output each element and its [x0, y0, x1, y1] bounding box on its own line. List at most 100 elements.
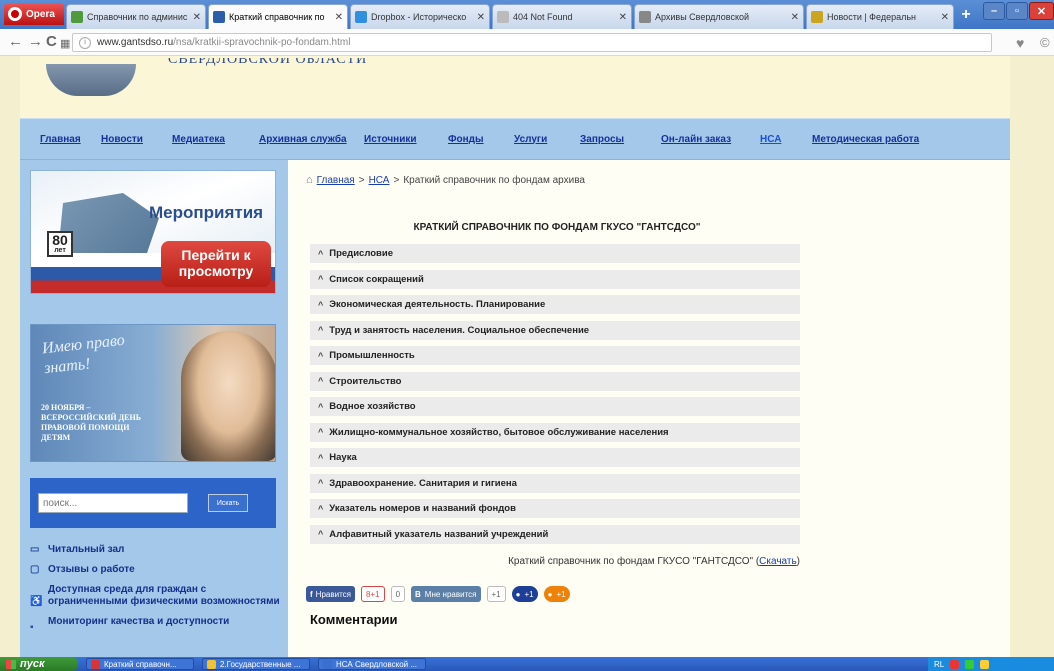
opera-menu-button[interactable]: Opera: [4, 3, 64, 25]
site-header-title: СВЕРДЛОВСКОЙ ОБЛАСТИ: [168, 58, 368, 67]
tray-app-icon[interactable]: [950, 659, 960, 669]
chevron-up-icon: ^: [318, 401, 324, 412]
accordion-item[interactable]: ^ Указатель номеров и названий фондов: [310, 499, 800, 518]
menu-media[interactable]: Медиатека: [172, 134, 259, 145]
accordion-item-label: Экономическая деятельность. Планирование: [329, 299, 546, 310]
accordion-item[interactable]: ^ Водное хозяйство: [310, 397, 800, 416]
extension-icon[interactable]: ©: [1040, 35, 1050, 50]
heart-bookmark-icon[interactable]: ♥: [1016, 35, 1024, 51]
site-favicon-icon: [71, 11, 83, 23]
back-arrow-icon[interactable]: ←: [8, 34, 23, 50]
events-banner[interactable]: 80 лет Мероприятия Перейти к просмотру: [30, 170, 276, 294]
menu-methodical-work[interactable]: Методическая работа: [812, 134, 932, 145]
browser-tab[interactable]: Dropbox - Историческо ✕: [350, 4, 490, 29]
close-tab-icon[interactable]: ✕: [941, 12, 949, 23]
new-tab-button[interactable]: +: [958, 7, 974, 24]
taskbar-item[interactable]: Краткий справочн...: [86, 658, 194, 670]
breadcrumb-separator: >: [358, 174, 365, 186]
accordion-item[interactable]: ^ Алфавитный указатель названий учреждени…: [310, 524, 800, 544]
maximize-window-button[interactable]: ▫: [1006, 2, 1028, 20]
site-info-icon[interactable]: i: [79, 36, 91, 49]
close-tab-icon[interactable]: ✕: [477, 12, 485, 23]
browser-tab-bar: Opera Справочник по админис ✕ Краткий сп…: [0, 0, 1054, 29]
accordion-item-label: Предисловие: [329, 248, 394, 259]
menu-funds[interactable]: Фонды: [448, 134, 514, 145]
search-input[interactable]: [38, 493, 188, 513]
menu-sources[interactable]: Источники: [364, 134, 448, 145]
taskbar-item-label: 2.Государственные ...: [220, 659, 301, 669]
taskbar-item[interactable]: 2.Государственные ...: [202, 658, 310, 670]
taskbar-item-label: Краткий справочн...: [104, 659, 177, 669]
download-text: Краткий справочник по фондам ГКУСО "ГАНТ…: [508, 556, 760, 567]
google-plus-count: 0: [390, 586, 406, 602]
language-indicator[interactable]: RL: [934, 660, 944, 669]
chevron-up-icon: ^: [318, 427, 324, 437]
vk-like-button[interactable]: В Мне нравится: [411, 586, 481, 602]
start-button[interactable]: пуск: [0, 657, 78, 671]
close-window-button[interactable]: ✕: [1029, 2, 1054, 20]
close-tab-icon[interactable]: ✕: [619, 12, 627, 23]
sidebar-item-feedback[interactable]: ▢ Отзывы о работе: [30, 564, 280, 576]
taskbar-item[interactable]: НСА Свердловской ...: [318, 658, 426, 670]
accordion-item[interactable]: ^ Жилищно-коммунальное хозяйство, бытовое…: [310, 422, 800, 442]
breadcrumb-nsa-link[interactable]: НСА: [369, 175, 390, 186]
reload-icon[interactable]: C: [46, 34, 57, 50]
sidebar-item-reading-room[interactable]: ▭ Читальный зал: [30, 544, 280, 556]
accordion-item[interactable]: ^ Список сокращений: [310, 269, 800, 289]
tray-volume-icon[interactable]: [980, 659, 990, 669]
menu-requests[interactable]: Запросы: [580, 134, 661, 145]
close-tab-icon[interactable]: ✕: [193, 12, 201, 23]
breadcrumb-current: Краткий справочник по фондам архива: [403, 174, 585, 186]
odnoklassniki-button[interactable]: ● +1: [543, 586, 570, 602]
menu-archive-service[interactable]: Архивная служба: [259, 134, 364, 145]
vk-icon: В: [415, 589, 421, 599]
browser-tab[interactable]: Новости | Федеральн ✕: [806, 4, 954, 29]
accordion-item[interactable]: ^ Здравоохранение. Санитария и гигиена: [310, 473, 800, 493]
speed-dial-icon[interactable]: ▦: [60, 36, 70, 52]
accordion-item[interactable]: ^ Экономическая деятельность. Планировани…: [310, 295, 800, 314]
accordion-item-label: Список сокращений: [329, 273, 424, 285]
breadcrumb-home-link[interactable]: Главная: [317, 175, 355, 186]
share-icon: ●: [515, 589, 521, 599]
menu-nsa[interactable]: НСА: [760, 134, 812, 145]
forward-arrow-icon[interactable]: →: [28, 34, 43, 50]
accordion-item[interactable]: ^ Труд и занятость населения. Социальное …: [310, 320, 800, 340]
download-link[interactable]: Скачать: [759, 556, 797, 567]
menu-online-order[interactable]: Он-лайн заказ: [661, 134, 760, 145]
close-tab-icon[interactable]: ✕: [335, 12, 343, 23]
sidebar-item-monitoring[interactable]: ▪ Мониторинг качества и доступности: [30, 616, 280, 634]
browser-tab[interactable]: Архивы Свердловской ✕: [634, 4, 804, 29]
menu-home[interactable]: Главная: [40, 134, 101, 145]
minimize-window-button[interactable]: –: [983, 2, 1005, 20]
sidebar-item-label: Читальный зал: [48, 544, 125, 555]
browser-tab-active[interactable]: Краткий справочник по ✕: [208, 4, 348, 29]
chevron-up-icon: ^: [318, 376, 324, 386]
address-bar: ← → C ▦ i www.gantsdso.ru/nsa/kratkii-sp…: [0, 29, 1054, 56]
sidebar-item-accessibility[interactable]: ♿ Доступная среда для граждан с ограниче…: [30, 584, 280, 608]
facebook-like-button[interactable]: f Нравится: [306, 586, 355, 602]
close-tab-icon[interactable]: ✕: [791, 12, 799, 23]
url-field[interactable]: i www.gantsdso.ru/nsa/kratkii-spravochni…: [72, 33, 992, 52]
site-logo-icon[interactable]: [46, 64, 136, 96]
google-plus-button[interactable]: 8+1: [360, 586, 385, 602]
chevron-up-icon: ^: [318, 452, 324, 463]
legal-aid-day-banner[interactable]: Имею право знать! 20 НОЯБРЯ – ВСЕРОССИЙС…: [30, 324, 276, 462]
chevron-up-icon: ^: [318, 299, 324, 310]
menu-news[interactable]: Новости: [101, 134, 172, 145]
accordion-item[interactable]: ^ Предисловие: [310, 244, 800, 263]
dropbox-favicon-icon: [355, 11, 367, 23]
view-events-button[interactable]: Перейти к просмотру: [161, 241, 271, 287]
share-plus-one-button[interactable]: ● +1: [511, 586, 538, 602]
menu-services[interactable]: Услуги: [514, 134, 580, 145]
page-title: КРАТКИЙ СПРАВОЧНИК ПО ФОНДАМ ГКУСО "ГАНТ…: [413, 222, 701, 233]
tab-label: Dropbox - Историческо: [371, 12, 467, 22]
search-button[interactable]: Искать: [208, 494, 248, 512]
accordion-item[interactable]: ^ Промышленность: [310, 346, 800, 365]
browser-tab[interactable]: Справочник по админис ✕: [66, 4, 206, 29]
tray-network-icon[interactable]: [965, 659, 975, 669]
news-favicon-icon: [811, 11, 823, 23]
accordion-item[interactable]: ^ Наука: [310, 448, 800, 467]
browser-tab[interactable]: 404 Not Found ✕: [492, 4, 632, 29]
tab-label: Архивы Свердловской: [655, 12, 750, 22]
accordion-item[interactable]: ^ Строительство: [310, 371, 800, 391]
